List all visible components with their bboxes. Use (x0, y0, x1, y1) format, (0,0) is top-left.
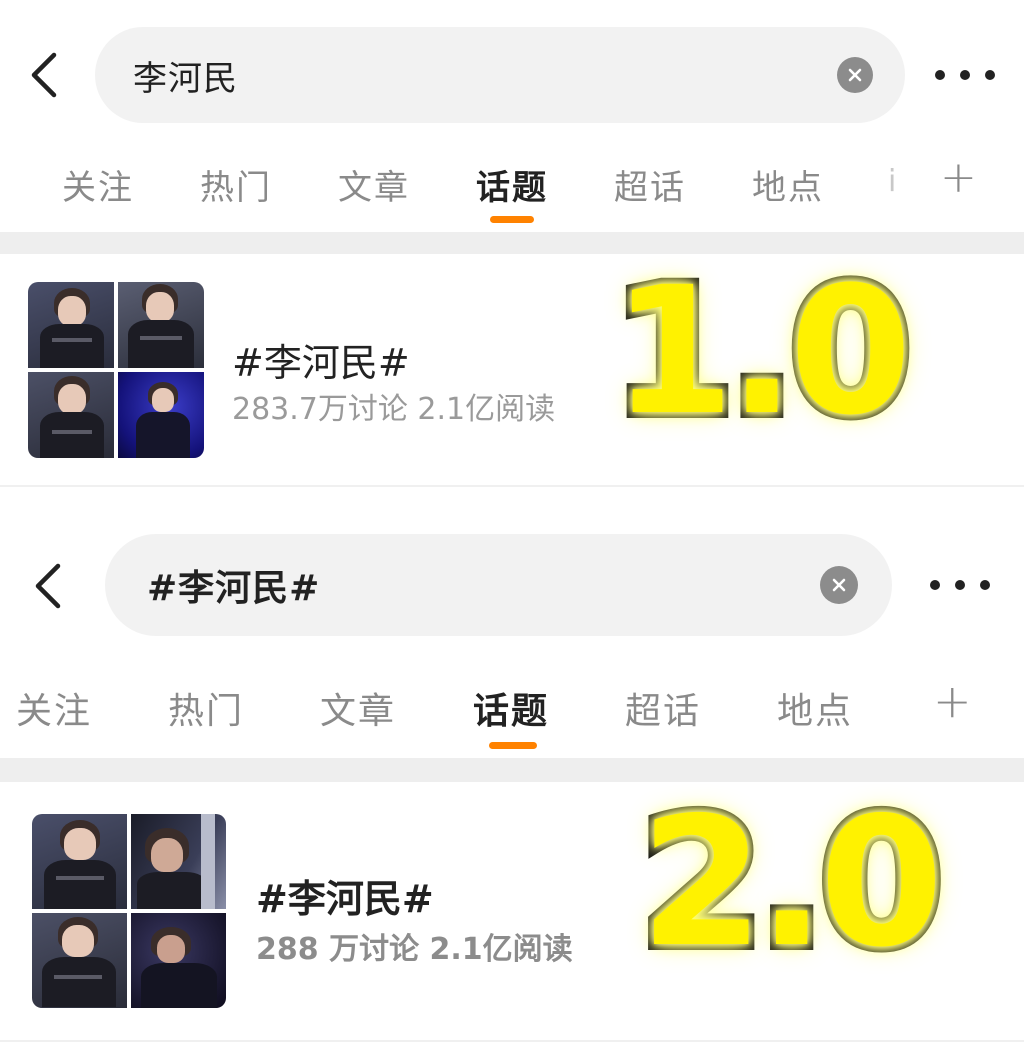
cover-photo (32, 814, 127, 909)
cover-photo (28, 282, 114, 368)
active-tab-indicator (490, 216, 534, 223)
row-divider (0, 1040, 1024, 1042)
topic-result-item[interactable]: #李河民# 288 万讨论 2.1亿阅读 2.0 (0, 782, 1024, 1040)
chevron-left-icon (31, 52, 57, 98)
topic-title: #李河民# (232, 341, 410, 385)
search-input[interactable]: #李河民# (105, 559, 820, 611)
cover-photo (131, 814, 226, 909)
cover-photo (118, 372, 204, 458)
cover-photo (131, 913, 226, 1008)
tab-bar: 关注 热门 文章 话题 超话 地点 + (0, 674, 1024, 752)
tab-follow[interactable]: 关注 (16, 682, 92, 734)
tab-article[interactable]: 文章 (338, 160, 410, 209)
topic-stats: 283.7万讨论 2.1亿阅读 (232, 392, 556, 427)
more-dots-icon (930, 580, 940, 590)
back-button[interactable] (18, 45, 68, 105)
more-dots-icon (935, 70, 945, 80)
tab-supertopic[interactable]: 超话 (614, 160, 686, 209)
cover-photo (118, 282, 204, 368)
tab-location[interactable]: 地点 (752, 160, 824, 209)
tab-overflow-fade: i (888, 164, 897, 199)
more-options-button[interactable] (930, 570, 990, 600)
version-label: 1.0 (606, 249, 918, 454)
topic-result-item[interactable]: #李河民# 283.7万讨论 2.1亿阅读 1.0 (0, 254, 1024, 486)
dot (985, 70, 995, 80)
clear-search-button[interactable] (837, 57, 873, 93)
search-bar[interactable]: #李河民# (105, 534, 892, 636)
search-input[interactable]: 李河民 (95, 51, 837, 100)
clear-search-button[interactable] (820, 566, 858, 604)
tab-hot[interactable]: 热门 (200, 160, 272, 209)
plus-icon[interactable]: + (940, 152, 977, 203)
tab-supertopic[interactable]: 超话 (625, 682, 701, 734)
topic-stats: 288 万讨论 2.1亿阅读 (256, 932, 573, 967)
tab-article[interactable]: 文章 (320, 682, 396, 734)
cover-photo (32, 913, 127, 1008)
tab-topic[interactable]: 话题 (473, 682, 549, 734)
search-panel-v2: #李河民# 关注 热门 文章 话题 超话 地点 + #李河民# 288 万讨论 … (0, 518, 1024, 1061)
topic-cover-thumbnail (28, 282, 204, 458)
more-options-button[interactable] (935, 60, 995, 90)
dot (955, 580, 965, 590)
active-tab-indicator (489, 742, 537, 749)
close-icon (848, 68, 862, 82)
chevron-left-icon (35, 563, 61, 609)
version-label: 2.0 (634, 779, 949, 986)
back-button[interactable] (22, 556, 72, 616)
dot (980, 580, 990, 590)
cover-photo (28, 372, 114, 458)
comparison-screenshot: 李河民 关注 热门 文章 话题 超话 地点 i + #李河民# 283.7万讨论… (0, 0, 1024, 1061)
close-icon (832, 578, 846, 592)
tab-bar: 关注 热门 文章 话题 超话 地点 i + (0, 152, 1024, 230)
plus-icon[interactable]: + (933, 674, 972, 728)
dot (960, 70, 970, 80)
tab-follow[interactable]: 关注 (62, 160, 134, 209)
search-panel-v1: 李河民 关注 热门 文章 话题 超话 地点 i + #李河民# 283.7万讨论… (0, 0, 1024, 488)
tab-hot[interactable]: 热门 (168, 682, 244, 734)
tab-location[interactable]: 地点 (777, 682, 853, 734)
topic-cover-thumbnail (32, 814, 226, 1008)
row-divider (0, 485, 1024, 487)
topic-title: #李河民# (256, 877, 434, 921)
search-bar[interactable]: 李河民 (95, 27, 905, 123)
tab-topic[interactable]: 话题 (476, 160, 548, 209)
